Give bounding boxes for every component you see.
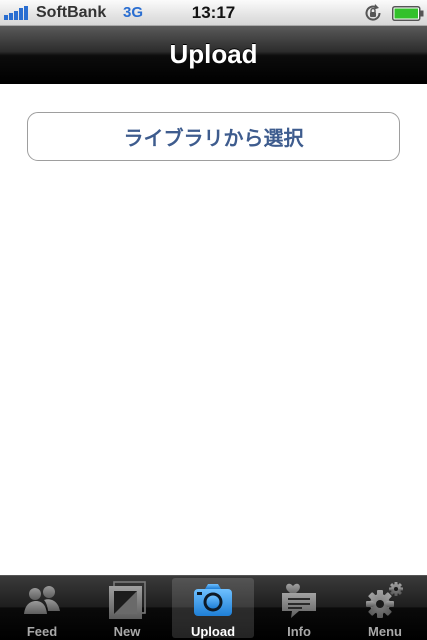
tab-menu[interactable]: Menu: [344, 578, 426, 639]
tab-label: Feed: [26, 624, 58, 639]
battery-icon: [392, 6, 424, 21]
tab-label: Menu: [368, 624, 402, 639]
camera-icon: [194, 584, 232, 616]
tab-label: Info: [287, 624, 311, 639]
tab-label: New: [113, 624, 141, 639]
tab-label: Upload: [190, 624, 236, 639]
rotation-lock-icon: [365, 4, 381, 21]
upload-content: ライブラリから選択: [0, 84, 427, 575]
tab-info[interactable]: Info: [258, 578, 340, 639]
chat-bubble-icon: [282, 583, 316, 618]
tab-upload[interactable]: Upload: [172, 578, 254, 639]
gear-icon: [366, 582, 403, 618]
navigation-bar: Upload: [0, 26, 427, 84]
select-from-library-label: ライブラリから選択: [123, 126, 304, 150]
select-from-library-button[interactable]: ライブラリから選択: [27, 112, 400, 161]
status-bar: SoftBank 3G 13:17: [0, 0, 427, 26]
photo-frame-icon: [109, 581, 146, 619]
people-icon: [24, 586, 60, 614]
page-title: Upload: [169, 39, 258, 69]
tab-feed[interactable]: Feed: [1, 578, 83, 639]
tab-new[interactable]: New: [86, 578, 168, 639]
tab-bar: Feed New Upload Info Menu: [0, 575, 427, 640]
app-screen: SoftBank 3G 13:17 Upload ライブラリから選択 Feed …: [0, 0, 427, 640]
